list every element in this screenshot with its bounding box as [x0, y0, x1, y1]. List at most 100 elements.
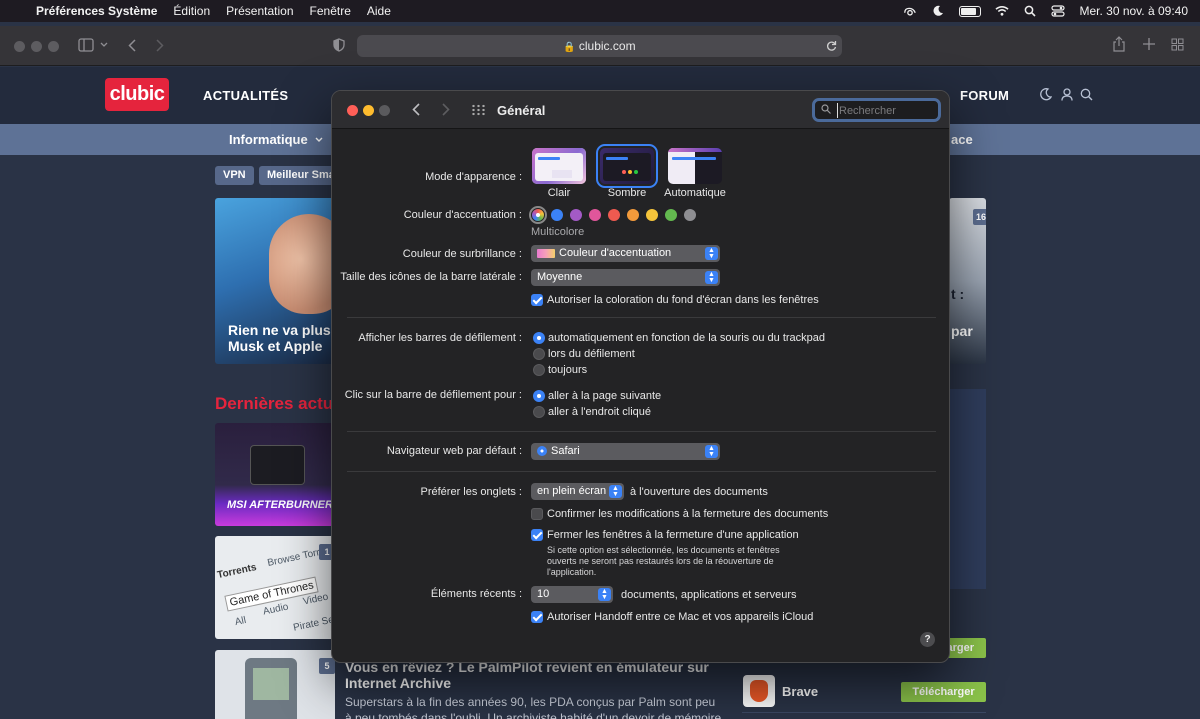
handoff-checkbox[interactable]: [531, 611, 543, 623]
menu-help[interactable]: Aide: [367, 4, 391, 18]
highlight-value: Couleur d'accentuation: [559, 247, 672, 259]
theme-auto-label[interactable]: Automatique: [660, 187, 730, 199]
popup-arrows-icon: ▲ ▼: [609, 485, 622, 498]
dark-mode-icon[interactable]: [1040, 88, 1052, 101]
menu-edit[interactable]: Édition: [173, 4, 210, 18]
nav-forum[interactable]: FORUM: [960, 88, 1009, 103]
search-icon[interactable]: [1080, 88, 1093, 101]
address-bar[interactable]: 🔒 clubic.com: [357, 35, 842, 57]
scroll-click-next-page-label[interactable]: aller à la page suivante: [548, 390, 661, 402]
site-logo[interactable]: clubic: [105, 78, 169, 111]
brave-name[interactable]: Brave: [782, 684, 818, 699]
search-input[interactable]: [837, 103, 927, 118]
confirm-changes-checkbox[interactable]: [531, 508, 543, 520]
download-brave-button[interactable]: Télécharger: [901, 682, 986, 702]
forward-icon[interactable]: [156, 39, 164, 52]
close-windows-label[interactable]: Fermer les fenêtres à la fermeture d'une…: [547, 529, 799, 541]
recent-items-suffix: documents, applications et serveurs: [621, 589, 797, 601]
show-all-grid-icon[interactable]: [471, 104, 485, 116]
battery-icon[interactable]: [959, 5, 982, 17]
accent-color-swatch[interactable]: [646, 209, 658, 221]
prefer-tabs-popup[interactable]: en plein écran ▲ ▼: [531, 483, 624, 500]
chevron-down-icon[interactable]: [315, 137, 323, 143]
wallpaper-tinting-label[interactable]: Autoriser la coloration du fond d'écran …: [547, 294, 819, 306]
accent-color-swatch[interactable]: [570, 209, 582, 221]
back-icon[interactable]: [128, 39, 136, 52]
accent-multicolor-swatch[interactable]: [529, 206, 547, 224]
hero-caption-line2: Musk et Apple: [228, 338, 323, 354]
close-windows-checkbox[interactable]: [531, 529, 543, 541]
theme-dark-thumbnail[interactable]: [596, 144, 658, 188]
sidebar-toggle-icon[interactable]: [78, 38, 94, 52]
back-icon[interactable]: [412, 103, 420, 116]
latest-news-heading: Dernières actu: [215, 394, 334, 413]
article-thumbnail-torrents[interactable]: Torrents Browse Torre Game of Thrones Al…: [215, 536, 335, 639]
tab-overview-icon[interactable]: [1171, 38, 1184, 51]
popup-arrows-icon: ▲ ▼: [598, 588, 611, 601]
scrollbars-scrolling-radio[interactable]: [533, 348, 545, 360]
subnav-item-partial[interactable]: ace: [951, 132, 973, 147]
menubar-clock[interactable]: Mer. 30 nov. à 09:40: [1079, 4, 1188, 18]
new-tab-icon[interactable]: [1143, 38, 1155, 50]
hero-article-card[interactable]: Rien ne va plus e Musk et Apple: [215, 198, 335, 364]
thumb-text-pirate: Pirate Sea: [292, 613, 335, 634]
creative-cloud-icon[interactable]: [903, 5, 917, 17]
scrollbars-scrolling-label[interactable]: lors du défilement: [548, 348, 635, 360]
theme-light-label[interactable]: Clair: [524, 187, 594, 199]
hero-article-card-right[interactable]: 16 t : par: [949, 198, 986, 364]
scrollbars-auto-radio[interactable]: [533, 332, 545, 344]
spotlight-search-icon[interactable]: [1023, 5, 1037, 17]
theme-light-thumbnail[interactable]: [532, 148, 586, 184]
scroll-click-next-page-radio[interactable]: [533, 390, 545, 402]
article-thumbnail-afterburner[interactable]: MSI AFTERBURNER: [215, 423, 335, 526]
user-icon[interactable]: [1061, 88, 1073, 101]
privacy-shield-icon[interactable]: [333, 38, 345, 52]
menu-window[interactable]: Fenêtre: [310, 4, 351, 18]
control-center-icon[interactable]: [1051, 5, 1066, 17]
scroll-click-spot-radio[interactable]: [533, 406, 545, 418]
highlight-color-popup[interactable]: Couleur d'accentuation ▲ ▼: [531, 245, 720, 262]
article-thumbnail-palmpilot[interactable]: 5: [215, 650, 335, 719]
scroll-click-spot-label[interactable]: aller à l'endroit cliqué: [548, 406, 651, 418]
subnav-informatique[interactable]: Informatique: [229, 132, 308, 147]
accent-color-swatch[interactable]: [608, 209, 620, 221]
scrollbars-auto-label[interactable]: automatiquement en fonction de la souris…: [548, 332, 825, 344]
forward-icon[interactable]: [442, 103, 450, 116]
search-field[interactable]: [812, 98, 941, 122]
recent-items-popup[interactable]: 10 ▲ ▼: [531, 586, 613, 603]
confirm-changes-label[interactable]: Confirmer les modifications à la fermetu…: [547, 508, 828, 520]
close-window-button[interactable]: [14, 41, 25, 52]
menu-view[interactable]: Présentation: [226, 4, 293, 18]
chevron-down-icon[interactable]: [100, 42, 108, 48]
zoom-window-button[interactable]: [48, 41, 59, 52]
help-button[interactable]: ?: [920, 632, 935, 647]
scrollbars-always-label[interactable]: toujours: [548, 364, 587, 376]
close-button[interactable]: [347, 105, 358, 116]
accent-color-swatch[interactable]: [551, 209, 563, 221]
accent-color-swatch[interactable]: [627, 209, 639, 221]
article-title[interactable]: Vous en rêviez ? Le PalmPilot revient en…: [345, 659, 735, 691]
handoff-label[interactable]: Autoriser Handoff entre ce Mac et vos ap…: [547, 611, 813, 623]
accent-color-swatch[interactable]: [665, 209, 677, 221]
moon-icon[interactable]: [931, 5, 945, 17]
accent-color-swatch[interactable]: [589, 209, 601, 221]
wallpaper-tinting-checkbox[interactable]: [531, 294, 543, 306]
theme-auto-thumbnail[interactable]: [668, 148, 722, 184]
minimize-button[interactable]: [363, 105, 374, 116]
zoom-button[interactable]: [379, 105, 390, 116]
thumb-text-all: All: [233, 614, 248, 629]
tag-smartphone[interactable]: Meilleur Sma: [259, 166, 334, 185]
theme-dark-label[interactable]: Sombre: [592, 187, 662, 199]
wifi-icon[interactable]: [995, 5, 1010, 17]
accent-color-swatch[interactable]: [684, 209, 696, 221]
default-browser-popup[interactable]: Safari ▲ ▼: [531, 443, 720, 460]
menu-app-name[interactable]: Préférences Système: [36, 4, 157, 18]
reload-icon[interactable]: [826, 40, 837, 52]
sidebar-icon-size-popup[interactable]: Moyenne ▲ ▼: [531, 269, 720, 286]
comment-count-badge: 5: [319, 658, 335, 674]
tag-vpn[interactable]: VPN: [215, 166, 254, 185]
nav-news[interactable]: ACTUALITÉS: [203, 88, 288, 103]
scrollbars-always-radio[interactable]: [533, 364, 545, 376]
share-icon[interactable]: [1113, 36, 1125, 52]
minimize-window-button[interactable]: [31, 41, 42, 52]
